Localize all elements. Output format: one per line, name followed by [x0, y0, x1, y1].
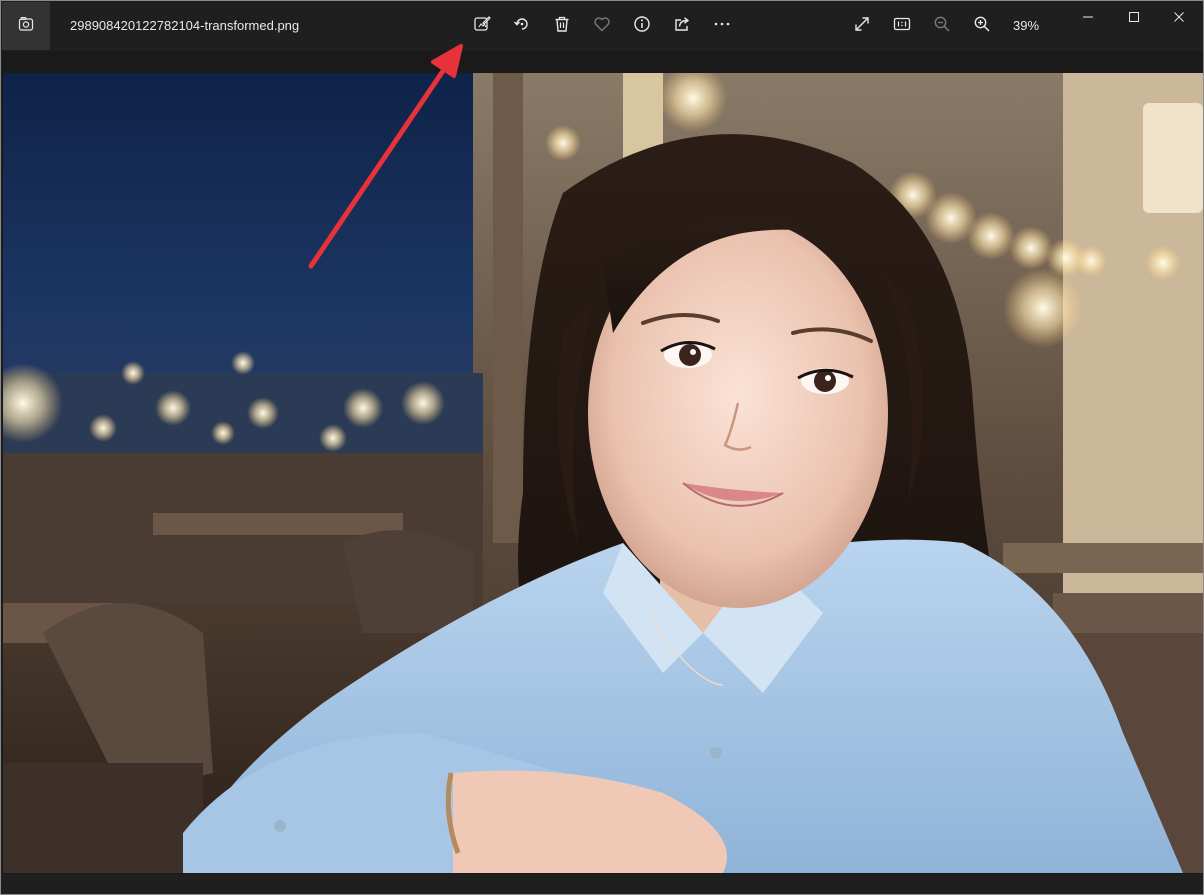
actual-size-icon	[893, 15, 911, 38]
delete-button[interactable]	[550, 14, 574, 38]
edit-image-button[interactable]	[470, 14, 494, 38]
photos-app-window: 298908420122782104-transformed.png 39%	[0, 0, 1204, 895]
more-options-button[interactable]	[710, 14, 734, 38]
minimize-icon	[1082, 10, 1094, 28]
minimize-button[interactable]	[1065, 1, 1111, 37]
fullscreen-icon	[853, 15, 871, 38]
favorite-button[interactable]	[590, 14, 614, 38]
zoom-level-label[interactable]: 39%	[1013, 18, 1039, 33]
share-icon	[673, 15, 691, 38]
close-button[interactable]	[1156, 1, 1202, 37]
zoom-out-button[interactable]	[930, 14, 954, 38]
maximize-button[interactable]	[1111, 1, 1157, 37]
file-name-label: 298908420122782104-transformed.png	[70, 18, 300, 33]
file-info-button[interactable]	[630, 14, 654, 38]
edit-image-icon	[473, 15, 491, 38]
app-icon-button[interactable]	[2, 2, 50, 50]
close-icon	[1173, 10, 1185, 28]
zoom-in-icon	[973, 15, 991, 38]
title-bar: 298908420122782104-transformed.png 39%	[1, 1, 1203, 51]
zoom-in-button[interactable]	[970, 14, 994, 38]
photo-image	[3, 73, 1203, 873]
photos-app-icon	[18, 16, 34, 37]
info-icon	[633, 15, 651, 38]
share-button[interactable]	[670, 14, 694, 38]
rotate-icon	[513, 15, 531, 38]
status-bar	[2, 874, 1203, 894]
actual-size-button[interactable]	[890, 14, 914, 38]
fullscreen-button[interactable]	[850, 14, 874, 38]
portrait-photo[interactable]	[3, 73, 1203, 873]
maximize-icon	[1128, 10, 1140, 28]
favorite-heart-icon	[593, 15, 611, 38]
zoom-out-icon	[933, 15, 951, 38]
delete-icon	[553, 15, 571, 38]
more-options-icon	[713, 15, 731, 38]
rotate-button[interactable]	[510, 14, 534, 38]
